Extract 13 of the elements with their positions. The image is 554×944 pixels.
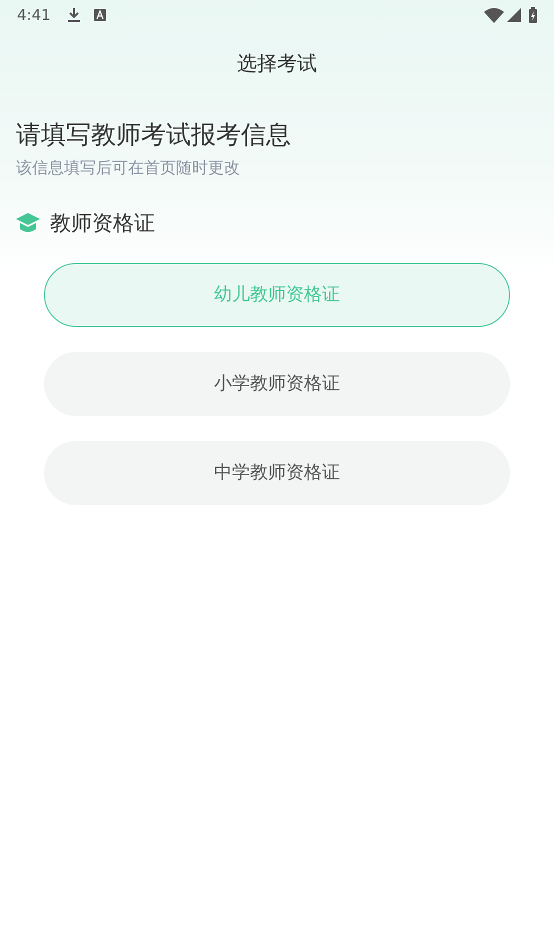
download-icon — [66, 7, 81, 23]
wifi-icon — [484, 8, 504, 22]
heading: 请填写教师考试报考信息 — [16, 119, 292, 151]
subtitle: 该信息填写后可在首页随时更改 — [16, 157, 241, 179]
exam-option[interactable]: 中学教师资格证 — [44, 440, 510, 504]
exam-option[interactable]: 小学教师资格证 — [44, 352, 510, 416]
page-title: 选择考试 — [237, 50, 317, 77]
graduation-cap-icon — [16, 212, 40, 235]
section-title: 教师资格证 — [50, 210, 155, 237]
battery-icon — [529, 7, 537, 23]
app-icon — [94, 9, 106, 21]
status-time: 4:41 — [17, 4, 51, 26]
signal-icon — [507, 8, 521, 22]
